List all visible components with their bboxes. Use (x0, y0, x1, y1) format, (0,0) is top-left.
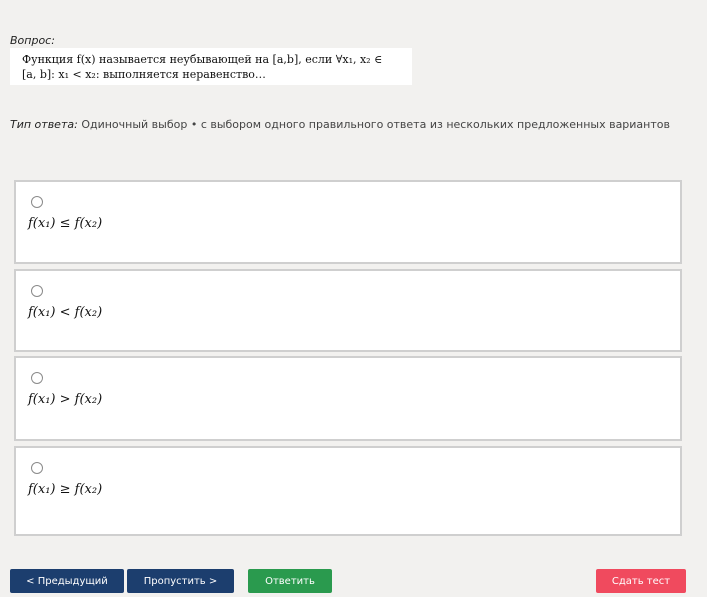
answer-option-4-text: f(x₁) ≥ f(x₂) (28, 482, 103, 497)
question-line-1: Функция f(x) называется неубывающей на [… (22, 53, 383, 66)
answer-option-2-text: f(x₁) < f(x₂) (28, 305, 103, 320)
submit-answer-button[interactable]: Ответить (248, 569, 332, 593)
radio-button-3[interactable] (31, 372, 43, 384)
question-text: Функция f(x) называется неубывающей на [… (10, 48, 412, 85)
answer-option-1-text: f(x₁) ≤ f(x₂) (28, 216, 103, 231)
finish-test-button[interactable]: Сдать тест (596, 569, 686, 593)
skip-button[interactable]: Пропустить > (127, 569, 234, 593)
radio-button-2[interactable] (31, 285, 43, 297)
previous-button[interactable]: < Предыдущий (10, 569, 124, 593)
radio-button-1[interactable] (31, 196, 43, 208)
answer-type: Тип ответа: Одиночный выбор • с выбором … (10, 118, 670, 131)
test-page: Вопрос: Функция f(x) называется неубываю… (0, 0, 707, 597)
answer-type-value: Одиночный выбор • с выбором одного прави… (81, 118, 670, 131)
answer-option-2[interactable]: f(x₁) < f(x₂) (14, 269, 682, 352)
question-line-2: [a, b]: x₁ < x₂: выполняется неравенство… (22, 68, 266, 81)
answer-option-3-text: f(x₁) > f(x₂) (28, 392, 103, 407)
radio-button-4[interactable] (31, 462, 43, 474)
answer-option-3[interactable]: f(x₁) > f(x₂) (14, 356, 682, 441)
answer-option-4[interactable]: f(x₁) ≥ f(x₂) (14, 446, 682, 536)
question-label: Вопрос: (10, 34, 55, 47)
answer-option-1[interactable]: f(x₁) ≤ f(x₂) (14, 180, 682, 264)
answer-type-label: Тип ответа: (10, 118, 78, 131)
